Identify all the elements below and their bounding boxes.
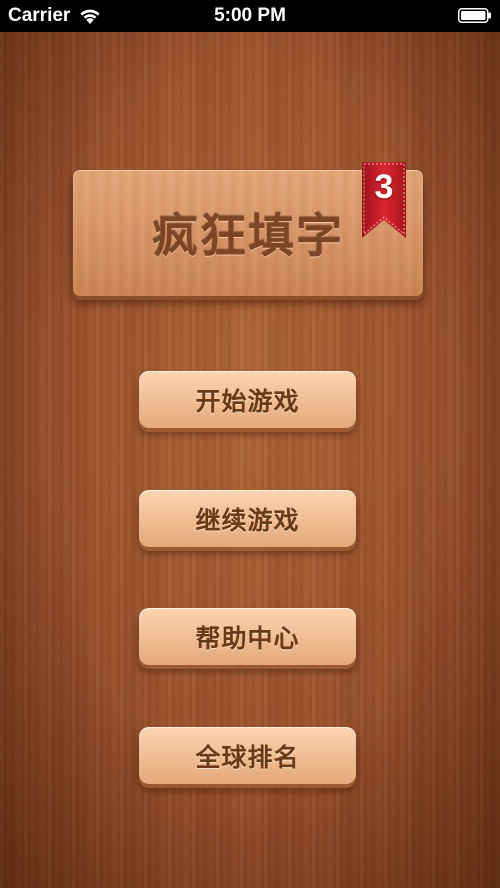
help-center-button[interactable]: 帮助中心 xyxy=(139,608,356,665)
start-game-label: 开始游戏 xyxy=(195,386,300,416)
game-screen: Carrier 5:00 PM 疯狂填字 3 开始游戏 继续游戏 帮助中心 全球… xyxy=(0,0,500,888)
help-center-label: 帮助中心 xyxy=(195,623,300,653)
ribbon-number: 3 xyxy=(374,168,394,206)
continue-game-label: 继续游戏 xyxy=(195,505,300,535)
continue-game-button[interactable]: 继续游戏 xyxy=(139,490,356,547)
global-ranking-label: 全球排名 xyxy=(195,742,300,772)
status-bar: Carrier 5:00 PM xyxy=(0,0,500,32)
battery-icon xyxy=(458,8,491,23)
start-game-button[interactable]: 开始游戏 xyxy=(139,371,356,428)
status-time: 5:00 PM xyxy=(214,5,286,26)
global-ranking-button[interactable]: 全球排名 xyxy=(139,727,356,784)
